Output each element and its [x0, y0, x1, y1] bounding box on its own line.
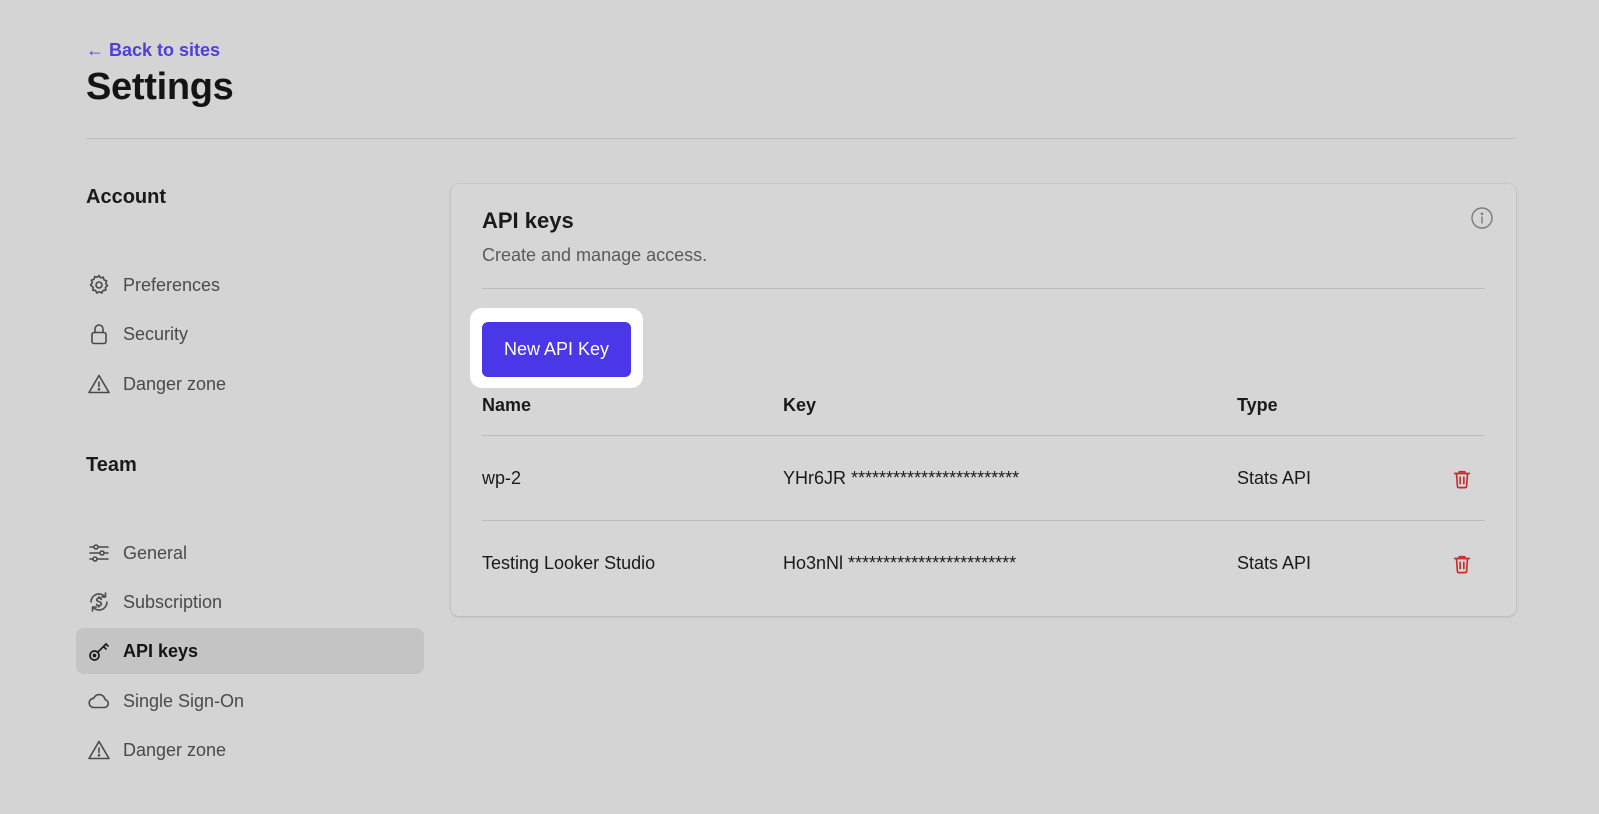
team-heading: Team: [86, 454, 137, 476]
row-type: Stats API: [1237, 468, 1312, 488]
sidebar-item-danger-zone-team[interactable]: Danger zone: [76, 727, 424, 773]
cloud-icon: [87, 689, 111, 713]
api-keys-card: API keys Create and manage access. New A…: [451, 184, 1516, 616]
row-name: Testing Looker Studio: [482, 553, 656, 573]
delete-key-trash-icon[interactable]: [1451, 553, 1473, 575]
sidebar-item-label: API keys: [123, 640, 199, 661]
delete-key-trash-icon[interactable]: [1451, 468, 1473, 490]
dollar-cycle-icon: [87, 590, 111, 614]
column-header-name: Name: [482, 395, 532, 415]
card-title: API keys: [482, 208, 574, 233]
new-api-key-button[interactable]: New API Key: [482, 322, 631, 377]
row-key: YHr6JR ************************: [783, 468, 1020, 488]
warning-icon: [87, 738, 111, 762]
column-header-type: Type: [1237, 395, 1278, 415]
sidebar-item-single-sign-on[interactable]: Single Sign-On: [76, 678, 424, 724]
gear-icon: [87, 273, 111, 297]
back-to-sites-link[interactable]: ← Back to sites: [86, 40, 220, 61]
sidebar-item-security[interactable]: Security: [76, 311, 424, 357]
row-name: wp-2: [482, 468, 522, 488]
sidebar-item-label: Danger zone: [123, 739, 227, 760]
row-divider: [482, 520, 1485, 521]
sidebar-item-label: Single Sign-On: [123, 690, 245, 711]
sidebar-item-general[interactable]: General: [76, 530, 424, 576]
info-icon[interactable]: [1470, 206, 1494, 230]
sidebar-item-subscription[interactable]: Subscription: [76, 579, 424, 625]
sidebar-item-api-keys[interactable]: API keys: [76, 628, 424, 674]
sidebar-item-label: General: [123, 542, 188, 563]
lock-icon: [87, 322, 111, 346]
warning-icon: [87, 372, 111, 396]
sidebar-item-label: Preferences: [123, 274, 221, 295]
settings-page: ← Back to sites Settings Account Prefere…: [0, 0, 1599, 814]
column-header-key: Key: [783, 395, 817, 415]
sidebar-item-preferences[interactable]: Preferences: [76, 262, 424, 308]
row-key: Ho3nNl ************************: [783, 553, 1017, 573]
page-title: Settings: [86, 66, 234, 108]
row-type: Stats API: [1237, 553, 1312, 573]
sidebar-item-label: Danger zone: [123, 373, 227, 394]
table-header-divider: [482, 435, 1485, 436]
key-icon: [87, 639, 111, 663]
sidebar-item-danger-zone-account[interactable]: Danger zone: [76, 361, 424, 407]
sidebar-item-label: Security: [123, 323, 189, 344]
sliders-icon: [87, 541, 111, 565]
card-divider: [482, 288, 1485, 289]
sidebar-item-label: Subscription: [123, 591, 223, 612]
card-subtitle: Create and manage access.: [482, 245, 708, 265]
account-heading: Account: [86, 186, 166, 208]
header-divider: [86, 138, 1516, 139]
